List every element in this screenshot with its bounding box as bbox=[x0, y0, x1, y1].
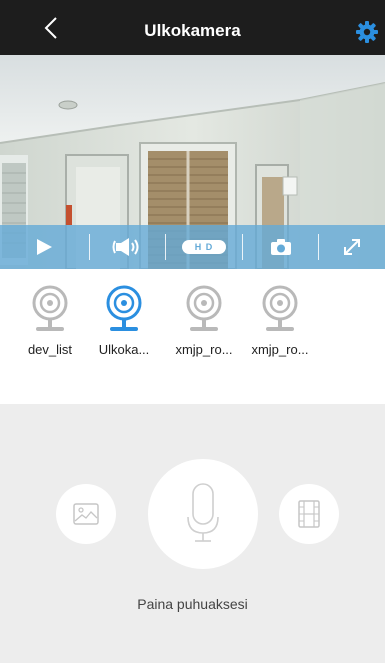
device-label: dev_list bbox=[27, 342, 73, 357]
hd-badge: H D bbox=[181, 240, 226, 254]
snapshot-button[interactable] bbox=[243, 225, 319, 269]
talk-panel: Paina puhuaksesi bbox=[0, 404, 385, 663]
device-label: Ulkoka... bbox=[98, 342, 150, 357]
device-label: xmjp_ro... bbox=[251, 342, 309, 357]
microphone-icon bbox=[187, 483, 219, 542]
device-item[interactable]: xmjp_ro... bbox=[242, 285, 318, 357]
play-button[interactable] bbox=[0, 225, 89, 269]
webcam-icon bbox=[106, 285, 142, 331]
player-controls-bar: H D bbox=[0, 225, 385, 269]
device-item[interactable]: dev_list bbox=[12, 285, 88, 357]
device-label: xmjp_ro... bbox=[175, 342, 233, 357]
hd-label: H D bbox=[194, 242, 214, 252]
push-to-talk-hint: Paina puhuaksesi bbox=[137, 596, 248, 612]
gear-icon bbox=[356, 21, 378, 43]
fullscreen-icon bbox=[344, 239, 361, 255]
page-title: Ulkokamera bbox=[144, 21, 241, 40]
webcam-icon bbox=[262, 285, 298, 331]
top-bar: Ulkokamera bbox=[0, 0, 385, 55]
webcam-icon bbox=[32, 285, 68, 331]
film-icon bbox=[298, 500, 320, 528]
webcam-icon bbox=[186, 285, 222, 331]
recordings-button[interactable] bbox=[279, 484, 339, 544]
audio-button[interactable] bbox=[90, 225, 166, 269]
speaker-icon bbox=[112, 238, 139, 256]
device-item[interactable]: xmjp_ro... bbox=[166, 285, 242, 357]
settings-button[interactable] bbox=[355, 20, 379, 44]
camera-icon bbox=[270, 239, 291, 255]
fullscreen-button[interactable] bbox=[319, 225, 385, 269]
device-list: dev_list Ulkoka... xmjp_ro... xmjp_ro... bbox=[0, 285, 385, 375]
image-icon bbox=[73, 503, 99, 525]
hd-toggle-button[interactable]: H D bbox=[166, 225, 242, 269]
device-item-selected[interactable]: Ulkoka... bbox=[86, 285, 162, 357]
gallery-button[interactable] bbox=[56, 484, 116, 544]
push-to-talk-button[interactable] bbox=[148, 459, 258, 569]
play-icon bbox=[37, 239, 53, 255]
